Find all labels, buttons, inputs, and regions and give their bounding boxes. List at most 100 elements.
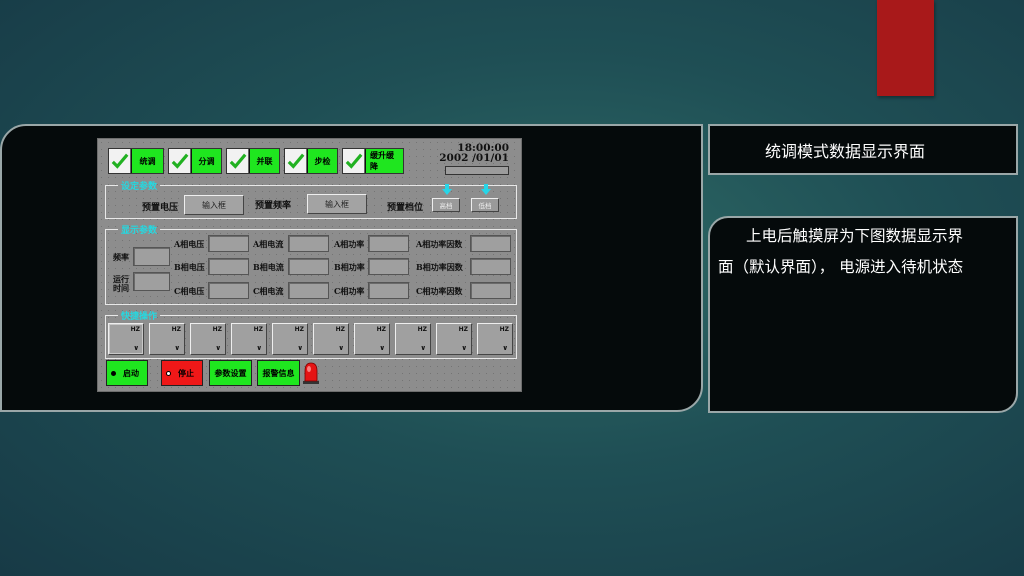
- datetime-display: 18:00:00 2002 /01/01: [439, 143, 509, 175]
- phase-c-voltage-label: C相电压: [174, 286, 205, 296]
- chevron-down-icon: ∨: [174, 344, 180, 352]
- phase-b-pf-value: [470, 258, 511, 275]
- phase-a-power-label: A相功率: [334, 239, 365, 249]
- hz-label: HZ: [376, 326, 386, 333]
- quick-freq-button-3[interactable]: HZ ∨: [190, 323, 226, 355]
- mode-tab-bar: 统调 分调 并联 步检 缓升缓降: [108, 148, 404, 174]
- preset-voltage-label: 预置电压: [142, 203, 179, 213]
- phase-b-current-label: B相电流: [253, 262, 284, 272]
- chevron-down-icon: ∨: [420, 344, 426, 352]
- param-settings-label: 参数设置: [214, 367, 247, 378]
- checkmark-icon: [109, 149, 131, 173]
- checkmark-icon: [343, 149, 365, 173]
- hmi-screen: 统调 分调 并联 步检 缓升缓降 18:00:00 2002 /01/01 设定…: [97, 138, 522, 392]
- mode-tab-huansheng[interactable]: 缓升缓降: [342, 148, 404, 174]
- frequency-label: 频率: [113, 252, 129, 262]
- quick-freq-button-1[interactable]: HZ ∨: [108, 323, 144, 355]
- status-dot-icon: [166, 371, 171, 376]
- mode-tab-label: 分调: [191, 149, 221, 173]
- quick-freq-button-8[interactable]: HZ ∨: [395, 323, 431, 355]
- phase-c-power-value: [368, 282, 409, 299]
- stop-button-label: 停止: [178, 367, 194, 378]
- checkmark-icon: [285, 149, 307, 173]
- hz-label: HZ: [499, 326, 509, 333]
- caption-description: 上电后触摸屏为下图数据显示界 面（默认界面）， 电源进入待机状态: [708, 216, 1018, 413]
- hz-label: HZ: [294, 326, 304, 333]
- caption-line-2: 面（默认界面）， 电源进入待机状态: [718, 258, 964, 276]
- hz-label: HZ: [253, 326, 263, 333]
- phase-a-current-value: [288, 235, 329, 252]
- mode-tab-label: 统调: [131, 149, 163, 173]
- arrow-down-icon: [481, 184, 491, 195]
- quick-freq-button-4[interactable]: HZ ∨: [231, 323, 267, 355]
- datetime-bar: [445, 166, 509, 175]
- hz-label: HZ: [212, 326, 222, 333]
- alarm-lamp-icon: [303, 362, 319, 384]
- phase-b-power-label: B相功率: [334, 262, 365, 272]
- start-button-label: 启动: [123, 367, 139, 378]
- phase-a-pf-value: [470, 235, 511, 252]
- quick-freq-button-5[interactable]: HZ ∨: [272, 323, 308, 355]
- phase-a-voltage-value: [208, 235, 249, 252]
- phase-a-current-label: A相电流: [253, 239, 284, 249]
- phase-c-voltage-value: [208, 282, 249, 299]
- quick-freq-button-9[interactable]: HZ ∨: [436, 323, 472, 355]
- preset-voltage-input[interactable]: 输入框: [184, 195, 244, 215]
- quick-freq-button-6[interactable]: HZ ∨: [313, 323, 349, 355]
- mode-tab-fentiao[interactable]: 分调: [168, 148, 222, 174]
- mode-tab-binglian[interactable]: 并联: [226, 148, 280, 174]
- phase-b-power-value: [368, 258, 409, 275]
- alarm-info-label: 报警信息: [262, 367, 295, 378]
- chevron-down-icon: ∨: [461, 344, 467, 352]
- phase-c-current-label: C相电流: [253, 286, 284, 296]
- alarm-info-button[interactable]: 报警信息: [257, 360, 300, 386]
- hz-label: HZ: [335, 326, 345, 333]
- quick-ops-row: HZ ∨ HZ ∨ HZ ∨ HZ ∨ HZ ∨ HZ ∨ HZ ∨ HZ ∨ HZ ∨ HZ ∨: [107, 313, 517, 359]
- hz-label: HZ: [130, 326, 140, 333]
- mode-tab-bujian[interactable]: 步检: [284, 148, 338, 174]
- preset-frequency-input[interactable]: 输入框: [307, 194, 367, 214]
- chevron-down-icon: ∨: [256, 344, 262, 352]
- chevron-down-icon: ∨: [379, 344, 385, 352]
- chevron-down-icon: ∨: [338, 344, 344, 352]
- mode-tab-label: 缓升缓降: [365, 149, 403, 173]
- runtime-value: [133, 272, 170, 291]
- checkmark-icon: [169, 149, 191, 173]
- mode-tab-label: 并联: [249, 149, 279, 173]
- quick-freq-button-2[interactable]: HZ ∨: [149, 323, 185, 355]
- chevron-down-icon: ∨: [502, 344, 508, 352]
- phase-a-voltage-label: A相电压: [174, 239, 205, 249]
- runtime-label: 运行 时间: [113, 274, 129, 293]
- phase-c-pf-value: [470, 282, 511, 299]
- phase-a-pf-label: A相功率因数: [416, 239, 463, 249]
- stop-button[interactable]: 停止: [161, 360, 203, 386]
- phase-b-voltage-value: [208, 258, 249, 275]
- phase-c-power-label: C相功率: [334, 286, 365, 296]
- phase-b-voltage-label: B相电压: [174, 262, 205, 272]
- quick-freq-button-10[interactable]: HZ ∨: [477, 323, 513, 355]
- phase-a-power-value: [368, 235, 409, 252]
- mode-tab-label: 步检: [307, 149, 337, 173]
- preset-gear-label: 预置档位: [387, 203, 424, 213]
- settings-legend: 设定参数: [121, 182, 158, 192]
- param-settings-button[interactable]: 参数设置: [209, 360, 252, 386]
- status-dot-icon: [111, 371, 116, 376]
- hz-label: HZ: [171, 326, 181, 333]
- caption-title: 统调模式数据显示界面: [708, 124, 1018, 175]
- phase-b-pf-label: B相功率因数: [416, 262, 463, 272]
- gear-low-button[interactable]: 低档: [471, 198, 499, 212]
- date-text: 2002 /01/01: [439, 152, 509, 164]
- display-legend: 显示参数: [121, 226, 158, 236]
- start-button[interactable]: 启动: [106, 360, 148, 386]
- hz-label: HZ: [417, 326, 427, 333]
- phase-b-current-value: [288, 258, 329, 275]
- preset-frequency-label: 预置频率: [255, 201, 292, 211]
- quick-freq-button-7[interactable]: HZ ∨: [354, 323, 390, 355]
- frequency-value: [133, 247, 170, 266]
- phase-c-current-value: [288, 282, 329, 299]
- caption-line-1: 上电后触摸屏为下图数据显示界: [746, 227, 964, 245]
- hz-label: HZ: [458, 326, 468, 333]
- gear-high-button[interactable]: 高档: [432, 198, 460, 212]
- arrow-down-icon: [442, 184, 452, 195]
- mode-tab-tongtiao[interactable]: 统调: [108, 148, 164, 174]
